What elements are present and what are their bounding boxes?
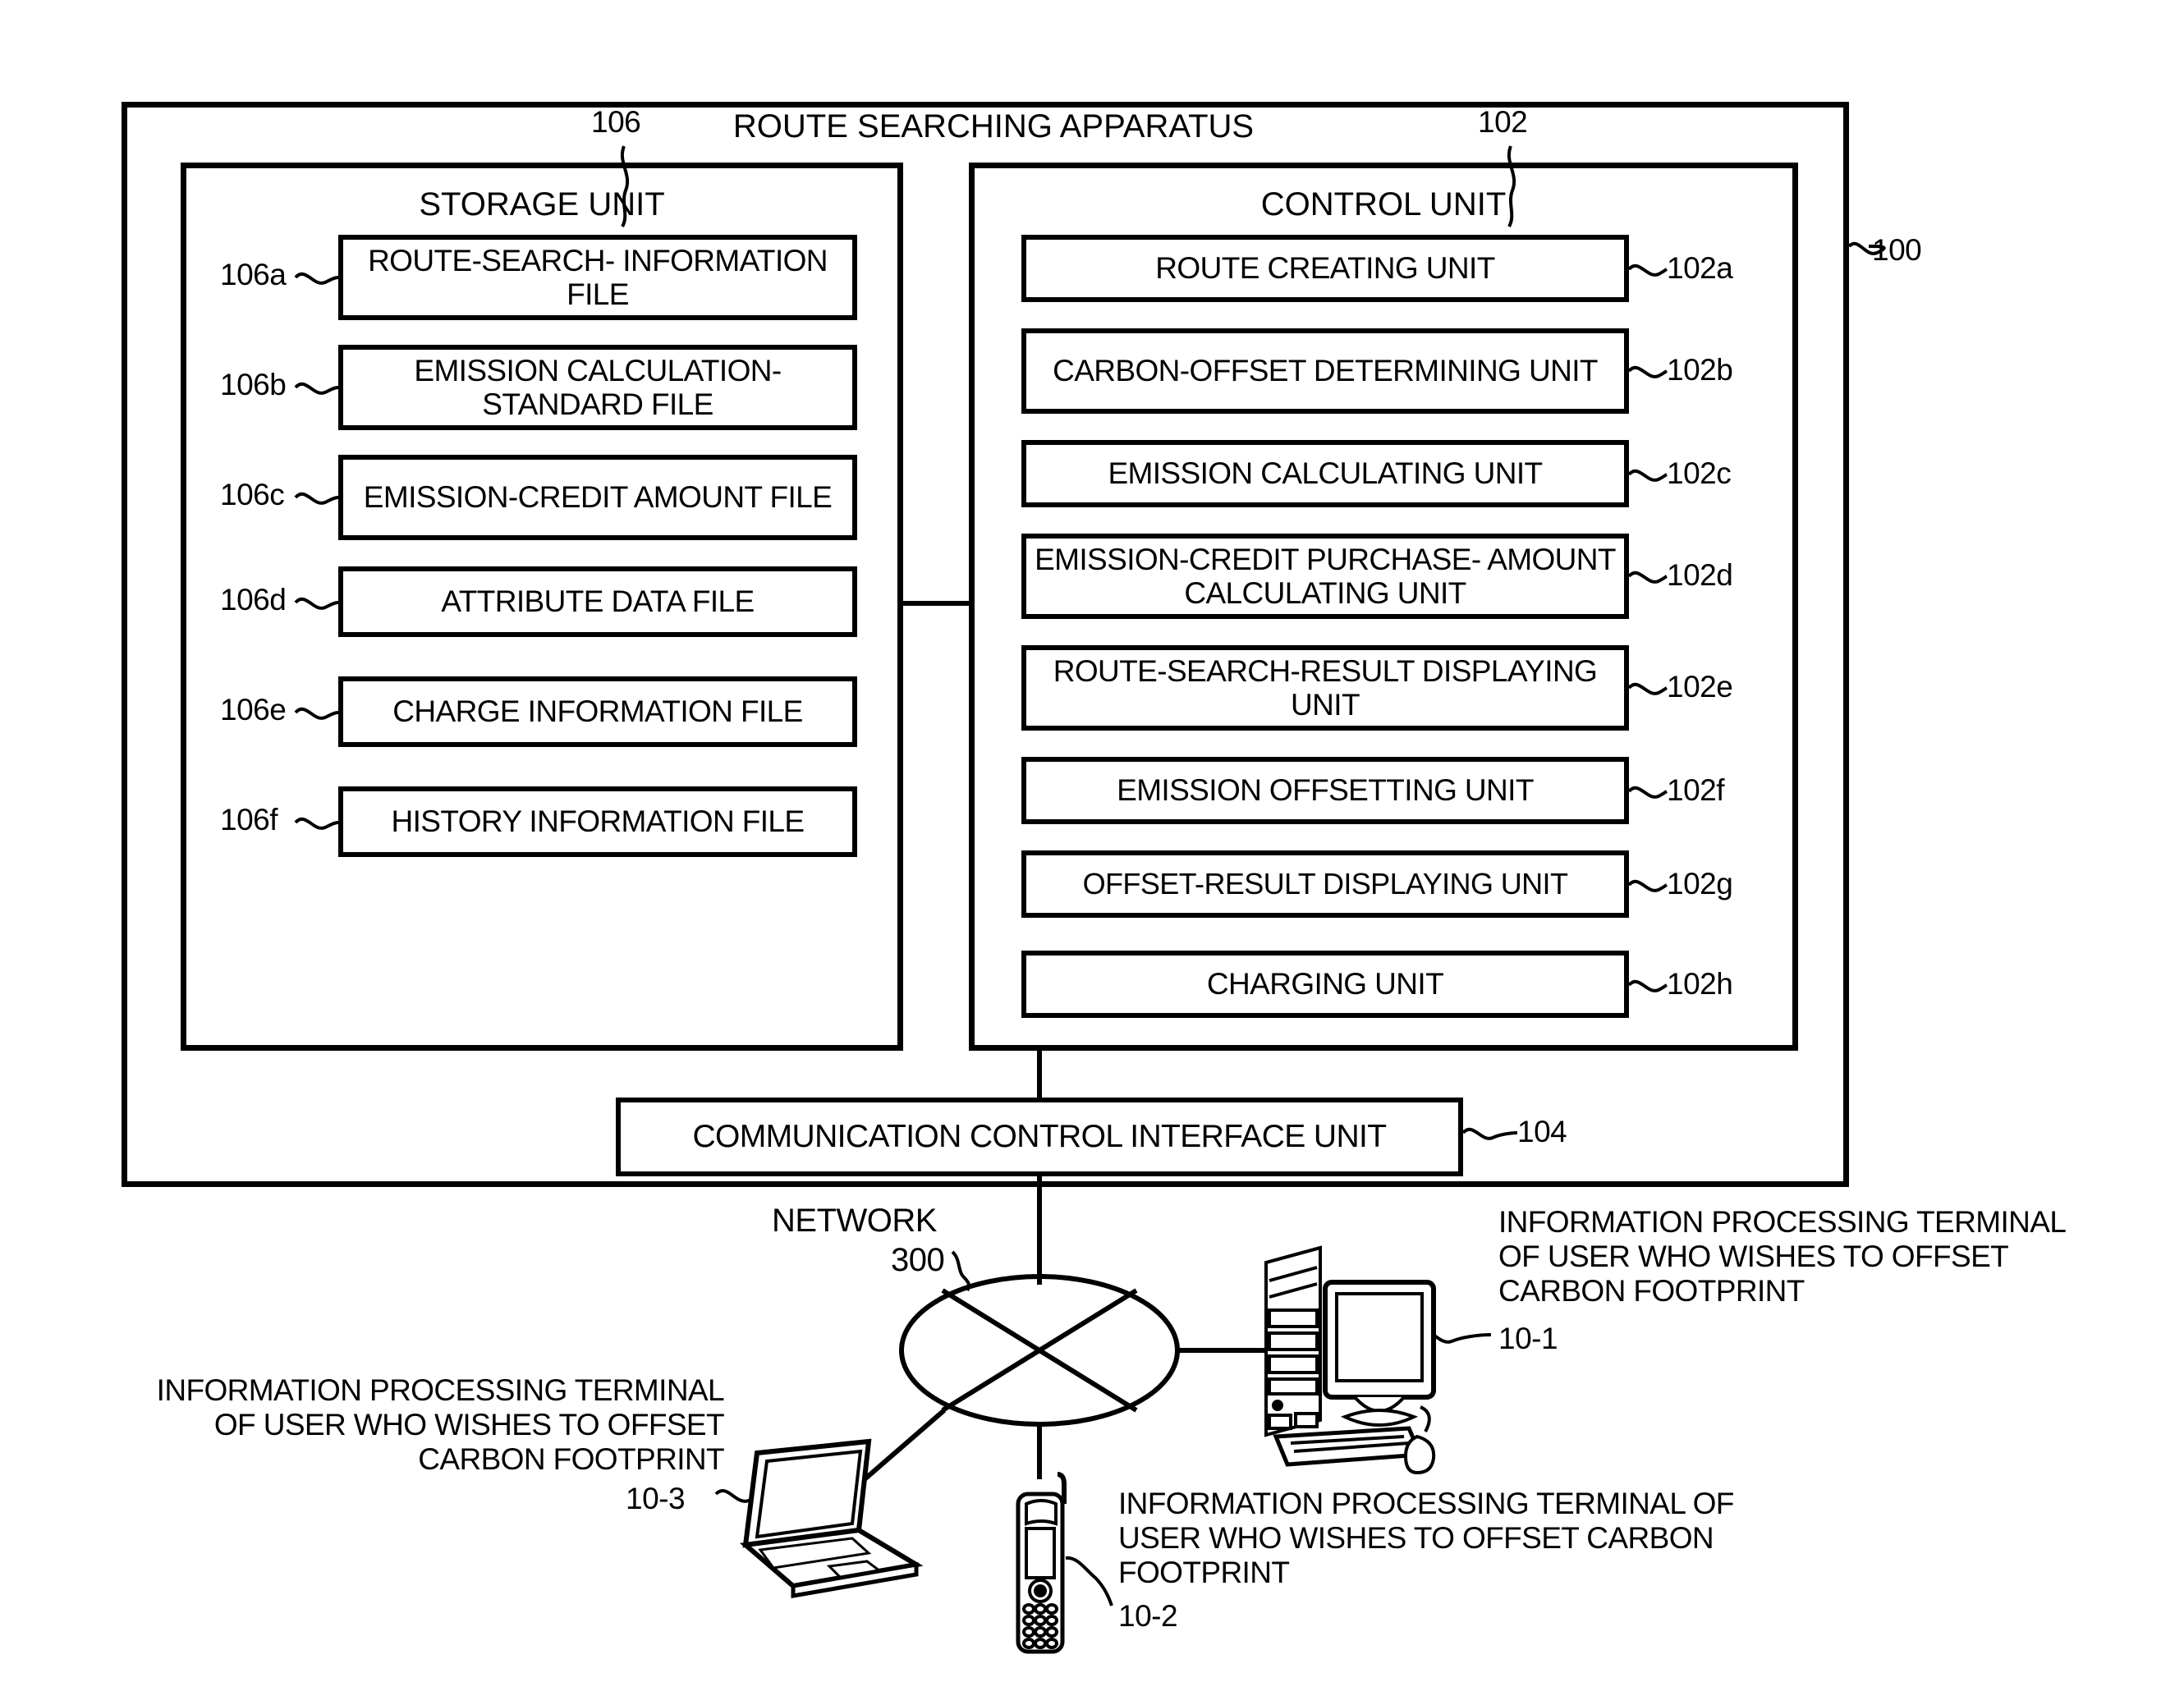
network-cloud-ellipse bbox=[899, 1274, 1180, 1427]
ref-106c: 106c bbox=[220, 478, 285, 511]
ref-106: 106 bbox=[591, 105, 641, 139]
communication-control-interface-unit-box[interactable]: COMMUNICATION CONTROL INTERFACE UNIT bbox=[616, 1098, 1463, 1176]
control-unit-box-emission-calculating[interactable]: EMISSION CALCULATING UNIT bbox=[1021, 440, 1629, 507]
ref-10-2: 10-2 bbox=[1118, 1599, 1178, 1633]
ref-102f: 102f bbox=[1667, 773, 1725, 807]
caption-terminal-10-2: INFORMATION PROCESSING TERMINAL OF USER … bbox=[1118, 1487, 1734, 1589]
ref-102g: 102g bbox=[1667, 867, 1733, 901]
mobile-phone-icon bbox=[1003, 1469, 1085, 1662]
ref-106a: 106a bbox=[220, 258, 287, 291]
ref-106e: 106e bbox=[220, 693, 287, 726]
storage-file-box-attribute-data[interactable]: ATTRIBUTE DATA FILE bbox=[338, 566, 857, 637]
caption-terminal-10-3: INFORMATION PROCESSING TERMINAL OF USER … bbox=[156, 1373, 725, 1476]
storage-file-box-emission-credit-amount[interactable]: EMISSION-CREDIT AMOUNT FILE bbox=[338, 455, 857, 540]
control-unit-title: CONTROL UNIT bbox=[1260, 186, 1507, 222]
ref-106b: 106b bbox=[220, 368, 287, 401]
ref-106f: 106f bbox=[220, 803, 278, 836]
storage-file-box-charge-information[interactable]: CHARGE INFORMATION FILE bbox=[338, 676, 857, 747]
control-unit-box-emission-offsetting[interactable]: EMISSION OFFSETTING UNIT bbox=[1021, 757, 1629, 824]
control-unit-box-offset-result-displaying[interactable]: OFFSET-RESULT DISPLAYING UNIT bbox=[1021, 850, 1629, 918]
storage-file-box-emission-calculation-standard[interactable]: EMISSION CALCULATION- STANDARD FILE bbox=[338, 345, 857, 430]
ref-102c: 102c bbox=[1667, 456, 1732, 490]
caption-terminal-10-1: INFORMATION PROCESSING TERMINAL OF USER … bbox=[1498, 1205, 2067, 1308]
network-label: NETWORK bbox=[772, 1203, 937, 1239]
control-unit-box-route-creating[interactable]: ROUTE CREATING UNIT bbox=[1021, 235, 1629, 302]
desktop-computer-icon bbox=[1256, 1231, 1494, 1478]
ref-300: 300 bbox=[891, 1242, 945, 1278]
storage-file-box-history-information[interactable]: HISTORY INFORMATION FILE bbox=[338, 786, 857, 857]
ref-102: 102 bbox=[1478, 105, 1528, 139]
control-unit-box-charging[interactable]: CHARGING UNIT bbox=[1021, 951, 1629, 1018]
laptop-computer-icon bbox=[731, 1430, 944, 1619]
ref-104: 104 bbox=[1517, 1115, 1567, 1148]
ref-102h: 102h bbox=[1667, 967, 1733, 1001]
control-unit-box-route-search-result-displaying[interactable]: ROUTE-SEARCH-RESULT DISPLAYING UNIT bbox=[1021, 645, 1629, 731]
ref-102e: 102e bbox=[1667, 670, 1733, 704]
network-cloud-slash-1 bbox=[941, 1288, 1138, 1413]
leader-300 bbox=[951, 1250, 971, 1292]
storage-file-box-route-search-information[interactable]: ROUTE-SEARCH- INFORMATION FILE bbox=[338, 235, 857, 320]
control-unit-box-carbon-offset-determining[interactable]: CARBON-OFFSET DETERMINING UNIT bbox=[1021, 328, 1629, 414]
network-cloud-slash-2 bbox=[941, 1288, 1138, 1413]
apparatus-title: ROUTE SEARCHING APPARATUS bbox=[732, 108, 1255, 144]
ref-10-1: 10-1 bbox=[1498, 1322, 1558, 1355]
ref-106d: 106d bbox=[220, 583, 287, 616]
control-unit-box-emission-credit-purchase-amount-calculating[interactable]: EMISSION-CREDIT PURCHASE- AMOUNT CALCULA… bbox=[1021, 534, 1629, 619]
ref-102b: 102b bbox=[1667, 353, 1733, 387]
patent-figure-canvas: ROUTE SEARCHING APPARATUS 106 102 100 ST… bbox=[0, 0, 2184, 1682]
ref-102d: 102d bbox=[1667, 558, 1733, 592]
ref-100: 100 bbox=[1872, 233, 1922, 267]
ref-102a: 102a bbox=[1667, 251, 1733, 285]
storage-unit-title: STORAGE UNIT bbox=[419, 186, 665, 222]
ref-10-3: 10-3 bbox=[626, 1482, 686, 1515]
